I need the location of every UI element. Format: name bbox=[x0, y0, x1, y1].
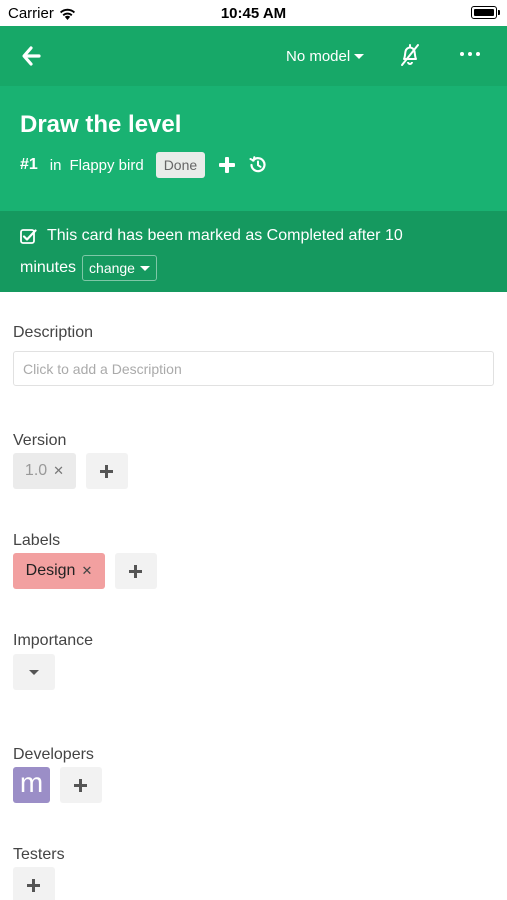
banner-text: This card has been marked as Completed a… bbox=[47, 227, 403, 244]
dot bbox=[476, 52, 480, 56]
card-title[interactable]: Draw the level bbox=[20, 111, 181, 139]
dot bbox=[468, 52, 472, 56]
back-button[interactable] bbox=[20, 44, 44, 68]
history-icon[interactable] bbox=[249, 156, 267, 174]
status-badge[interactable]: Done bbox=[155, 152, 206, 178]
caret-down-icon bbox=[139, 265, 150, 271]
card-meta: #1 in Flappy bird Done bbox=[20, 152, 267, 178]
importance-dropdown[interactable] bbox=[13, 654, 55, 690]
label-name: Design bbox=[25, 562, 76, 579]
description-input[interactable] bbox=[13, 351, 494, 386]
bell-off-icon bbox=[401, 44, 419, 66]
model-label: No model bbox=[286, 48, 351, 65]
clock: 10:45 AM bbox=[220, 5, 287, 22]
add-label-button[interactable] bbox=[115, 553, 157, 589]
in-label: in bbox=[49, 156, 62, 174]
battery-icon bbox=[471, 6, 500, 19]
importance-label: Importance bbox=[13, 632, 94, 649]
caret-down-icon bbox=[29, 669, 39, 675]
label-chip-design[interactable]: Design ✕ bbox=[13, 553, 105, 589]
project-link[interactable]: Flappy bird bbox=[69, 157, 143, 174]
more-options-button[interactable] bbox=[460, 44, 480, 64]
change-label: change bbox=[89, 260, 135, 276]
developers-label: Developers bbox=[13, 746, 94, 763]
completed-banner: This card has been marked as Completed a… bbox=[0, 211, 507, 292]
caret-down-icon bbox=[354, 54, 365, 59]
add-developer-button[interactable] bbox=[60, 767, 102, 803]
card-header: Draw the level #1 in Flappy bird Done bbox=[0, 86, 507, 211]
checkbox-checked-icon bbox=[20, 228, 37, 244]
banner-line-1: This card has been marked as Completed a… bbox=[20, 227, 403, 245]
top-toolbar: No model bbox=[0, 26, 507, 86]
banner-line-2: minutes change bbox=[20, 255, 157, 281]
model-dropdown[interactable]: No model bbox=[286, 48, 365, 65]
add-version-button[interactable] bbox=[86, 453, 128, 489]
dot bbox=[460, 52, 464, 56]
change-button[interactable]: change bbox=[82, 255, 157, 281]
remove-icon[interactable]: ✕ bbox=[53, 463, 64, 479]
version-chip[interactable]: 1.0 ✕ bbox=[13, 453, 76, 489]
labels-label: Labels bbox=[13, 532, 61, 549]
version-value: 1.0 bbox=[24, 462, 48, 479]
testers-label: Testers bbox=[13, 846, 65, 863]
add-tester-button[interactable] bbox=[13, 867, 55, 900]
avatar[interactable]: m bbox=[13, 767, 50, 803]
arrow-left-icon bbox=[22, 46, 41, 66]
version-label: Version bbox=[13, 432, 67, 449]
status-bar: Carrier 10:45 AM bbox=[0, 0, 507, 26]
plus-icon[interactable] bbox=[219, 157, 236, 173]
mute-notifications-button[interactable] bbox=[398, 42, 422, 68]
card-number: #1 bbox=[20, 156, 38, 173]
description-label: Description bbox=[13, 324, 94, 341]
remove-icon[interactable]: ✕ bbox=[81, 563, 92, 579]
banner-text-cont: minutes bbox=[20, 259, 77, 276]
